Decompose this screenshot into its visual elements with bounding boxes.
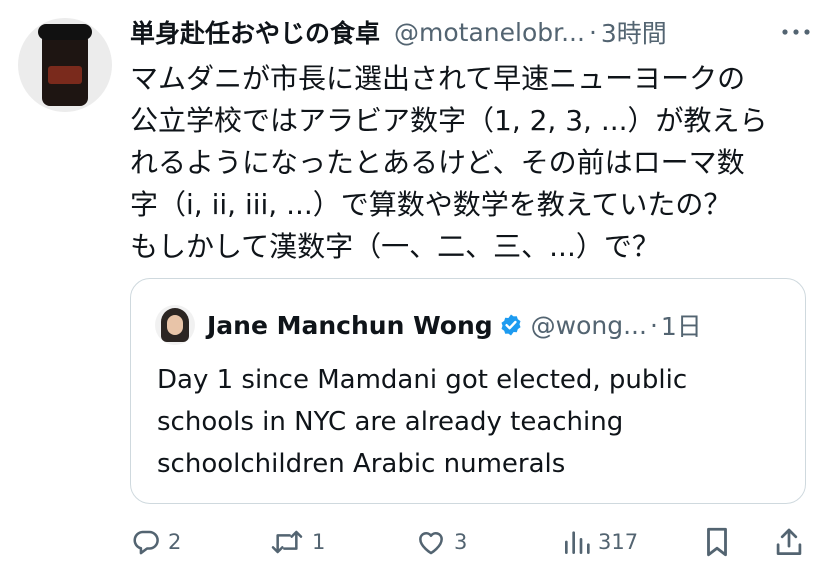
bookmark-icon bbox=[707, 527, 727, 557]
post-header: 単身赴任おやじの食卓 @motanelobr... · 3時間 bbox=[130, 14, 810, 50]
repost-icon bbox=[271, 530, 303, 554]
like-count: 3 bbox=[454, 530, 468, 554]
post-text-line: もしかして漢数字（一、二、三、...）で？ bbox=[130, 230, 660, 263]
repost-button[interactable]: 1 bbox=[268, 522, 325, 562]
quoted-post[interactable]: Jane Manchun Wong @wong... · 1日 Day 1 si… bbox=[130, 278, 806, 504]
bookmark-button[interactable] bbox=[702, 522, 732, 562]
quoted-post-text: Day 1 since Mamdani got elected, public … bbox=[157, 359, 787, 485]
author-handle[interactable]: @motanelobr... bbox=[394, 18, 585, 47]
like-button[interactable]: 3 bbox=[414, 522, 467, 562]
author-avatar[interactable] bbox=[18, 18, 112, 112]
heart-icon bbox=[419, 531, 443, 555]
separator-dot: · bbox=[588, 17, 597, 47]
share-icon bbox=[776, 528, 802, 555]
verified-badge-icon bbox=[499, 313, 523, 337]
quoted-author-avatar bbox=[155, 305, 195, 345]
post-text-line: 公立学校ではアラビア数字（1, 2, 3, ...）が教えら bbox=[130, 104, 768, 137]
post-text-line: 字（i, ii, iii, ...）で算数や数学を教えていたの？ bbox=[130, 188, 732, 221]
views-button[interactable]: 317 bbox=[562, 522, 638, 562]
post-text: マムダニが市長に選出されて早速ニューヨークの 公立学校ではアラビア数字（1, 2… bbox=[130, 58, 810, 268]
quoted-author-handle: @wong... bbox=[530, 310, 647, 340]
quoted-post-header: Jane Manchun Wong @wong... · 1日 bbox=[207, 305, 787, 345]
action-bar: 2 1 3 317 bbox=[130, 522, 810, 562]
more-button[interactable] bbox=[776, 14, 816, 50]
post-time[interactable]: 3時間 bbox=[601, 14, 667, 50]
avatar-jar-image bbox=[38, 24, 92, 106]
more-icon bbox=[782, 29, 810, 35]
quoted-post-time: 1日 bbox=[660, 312, 702, 341]
repost-count: 1 bbox=[312, 530, 326, 554]
share-button[interactable] bbox=[774, 522, 804, 562]
reply-count: 2 bbox=[168, 530, 182, 554]
post-text-line: マムダニが市長に選出されて早速ニューヨークの bbox=[130, 62, 746, 95]
separator-dot: · bbox=[649, 310, 658, 340]
author-name[interactable]: 単身赴任おやじの食卓 bbox=[130, 14, 380, 50]
quoted-author-name: Jane Manchun Wong bbox=[207, 310, 493, 340]
views-icon bbox=[565, 531, 590, 554]
reply-button[interactable]: 2 bbox=[130, 522, 181, 562]
quoted-text-line: schoolchildren Arabic numerals bbox=[157, 449, 566, 479]
post-text-line: れるようになったとあるけど、その前はローマ数 bbox=[130, 146, 745, 179]
quoted-text-line: schools in NYC are already teaching bbox=[157, 407, 624, 437]
reply-icon bbox=[133, 530, 159, 555]
quoted-text-line: Day 1 since Mamdani got elected, public bbox=[157, 365, 688, 395]
views-count: 317 bbox=[598, 530, 639, 554]
